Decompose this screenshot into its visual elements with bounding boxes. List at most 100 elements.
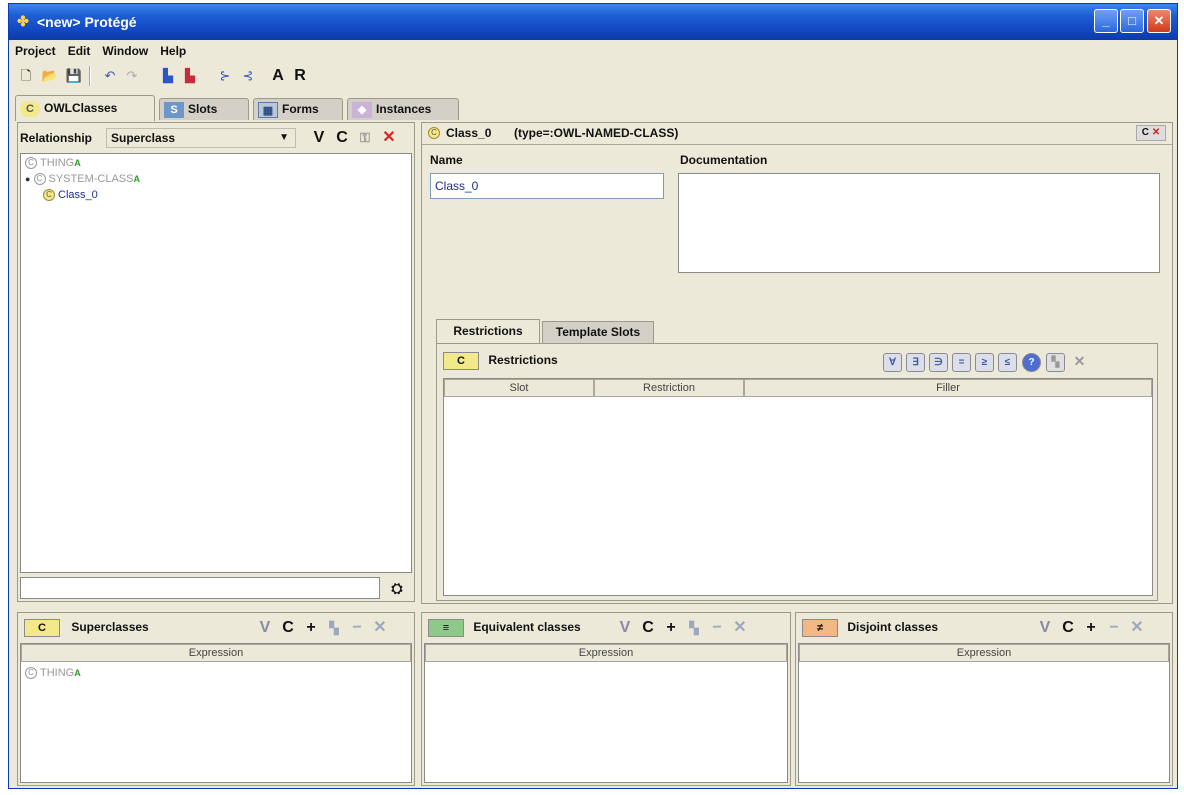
view-superclass-button[interactable]: V [254,617,276,639]
add-restriction-icon[interactable]: ▚ [323,617,345,639]
paste-icon[interactable]: ▙ [179,65,201,87]
menu-edit[interactable]: Edit [62,40,97,62]
filler-column-header[interactable]: Filler [744,379,1152,397]
toolbar-r-button[interactable]: R [289,65,311,87]
edit-restriction-icon[interactable]: ▚ [1046,353,1065,372]
restriction-column-header[interactable]: Restriction [594,379,744,397]
class-editor-corner-button[interactable]: C ✕ [1136,125,1166,141]
has-value-icon[interactable]: ∋ [929,353,948,372]
help-icon[interactable]: ? [1022,353,1041,372]
create-disjoint-button[interactable]: C [1057,617,1079,639]
max-cardinality-icon[interactable]: ≤ [998,353,1017,372]
restrictions-panel: C Restrictions ∀ ∃ ∋ = ≥ ≤ ? ▚ ✕ Slot Re… [436,343,1158,601]
class-editor-panel: C Class_0 (type=:OWL-NAMED-CLASS) C ✕ Na… [421,122,1173,604]
close-window-button[interactable]: ✕ [1147,9,1171,33]
open-project-icon[interactable]: 📂 [39,65,61,87]
class-name-header: Class_0 [446,126,492,140]
main-toolbar: 🗋 📂 💾 ↶ ↷ ▙ ▙ ⊱ ⊰ A R [9,62,1177,92]
protege-window: ✤ <new> Protégé _ □ ✕ Project Edit Window H… [8,3,1178,789]
undo-icon[interactable]: ↶ [99,65,121,87]
create-equivalent-button[interactable]: C [637,617,659,639]
chevron-down-icon: ▼ [279,132,289,143]
binoculars-icon[interactable]: ⛭ [386,577,408,599]
tab-owl-classes[interactable]: C OWLClasses [15,95,155,121]
equivalent-icon: ≡ [428,619,464,637]
disjoint-classes-title: Disjoint classes [847,620,939,634]
tree-item-label: SYSTEM-CLASS [48,173,134,185]
delete-restriction-button[interactable]: ✕ [1070,353,1089,372]
expression-column-header[interactable]: Expression [425,644,787,662]
view-disjoint-button[interactable]: V [1034,617,1056,639]
tree-item-label: Class_0 [58,189,98,201]
menu-window[interactable]: Window [96,40,154,62]
remove-superclass-button[interactable]: − [346,617,368,639]
all-values-icon[interactable]: ∀ [883,353,902,372]
maximize-button[interactable]: □ [1120,9,1144,33]
lock-icon[interactable]: ⚿ [354,127,376,149]
delete-disjoint-button[interactable]: ✕ [1126,617,1148,639]
class-name-field[interactable]: Class_0 [430,173,664,199]
new-project-icon[interactable]: 🗋 [15,65,37,87]
redo-icon[interactable]: ↷ [121,65,143,87]
toolbar-separator [89,66,91,86]
create-class-button[interactable]: C [331,127,353,149]
form-icon: ▦ [258,101,278,118]
view-class-button[interactable]: V [308,127,330,149]
expand-handle-icon[interactable]: ● [25,174,30,184]
class-icon: C [443,352,479,370]
slot-icon: S [164,101,184,118]
remove-equivalent-button[interactable]: − [706,617,728,639]
instance-icon: ◆ [352,101,372,118]
class-icon: C [20,100,40,117]
minimize-button[interactable]: _ [1094,9,1118,33]
create-superclass-button[interactable]: C [277,617,299,639]
copy-icon[interactable]: ▙ [157,65,179,87]
tab-forms-label: Forms [282,102,319,116]
protege-app-icon: ✤ [17,13,29,29]
disjoint-classes-panel: ≠ Disjoint classes V C + − ✕ Expression [795,612,1173,786]
documentation-field[interactable] [678,173,1160,273]
add-restriction-icon[interactable]: ▚ [683,617,705,639]
view-equivalent-button[interactable]: V [614,617,636,639]
tab-template-slots[interactable]: Template Slots [542,321,654,343]
delete-class-icon[interactable]: ✕ [378,127,400,149]
menu-bar: Project Edit Window Help [9,40,1177,62]
class-tree: C THINGA ● C SYSTEM-CLASSA C Class_0 [20,153,412,573]
tab-instances[interactable]: ◆ Instances [347,98,459,120]
disjoint-icon: ≠ [802,619,838,637]
toolbar-a-button[interactable]: A [267,65,289,87]
tab-template-slots-label: Template Slots [555,325,641,339]
tab-slots[interactable]: S Slots [159,98,249,120]
delete-superclass-button[interactable]: ✕ [369,617,391,639]
save-project-icon[interactable]: 💾 [63,65,85,87]
tab-forms[interactable]: ▦ Forms [253,98,343,120]
close-icon: ✕ [1151,127,1161,138]
min-cardinality-icon[interactable]: ≥ [975,353,994,372]
tree-item-class-0[interactable]: C Class_0 [43,188,98,202]
tab-restrictions[interactable]: Restrictions [436,319,540,343]
superclasses-title: Superclasses [71,620,149,634]
expression-column-header[interactable]: Expression [799,644,1169,662]
documentation-label: Documentation [680,153,768,167]
class-search-input[interactable] [20,577,380,599]
relationship-select[interactable]: Superclass ▼ [106,128,296,148]
table-row[interactable]: C THINGA [25,666,81,680]
add-superclass-button[interactable]: + [300,617,322,639]
remove-disjoint-button[interactable]: − [1103,617,1125,639]
tree-item-thing[interactable]: C THINGA [25,156,81,170]
menu-help[interactable]: Help [154,40,192,62]
slot-column-header[interactable]: Slot [444,379,594,397]
add-disjoint-button[interactable]: + [1080,617,1102,639]
find-next-icon[interactable]: ⊰ [237,65,259,87]
menu-project[interactable]: Project [9,40,62,62]
name-label: Name [430,153,463,167]
add-equivalent-button[interactable]: + [660,617,682,639]
tree-item-system-class[interactable]: ● C SYSTEM-CLASSA [25,172,140,186]
expression-column-header[interactable]: Expression [21,644,411,662]
some-values-icon[interactable]: ∃ [906,353,925,372]
find-icon[interactable]: ⊱ [214,65,236,87]
cardinality-icon[interactable]: = [952,353,971,372]
tab-owl-classes-label: OWLClasses [44,101,118,115]
delete-equivalent-button[interactable]: ✕ [729,617,751,639]
tab-restrictions-label: Restrictions [453,324,523,338]
